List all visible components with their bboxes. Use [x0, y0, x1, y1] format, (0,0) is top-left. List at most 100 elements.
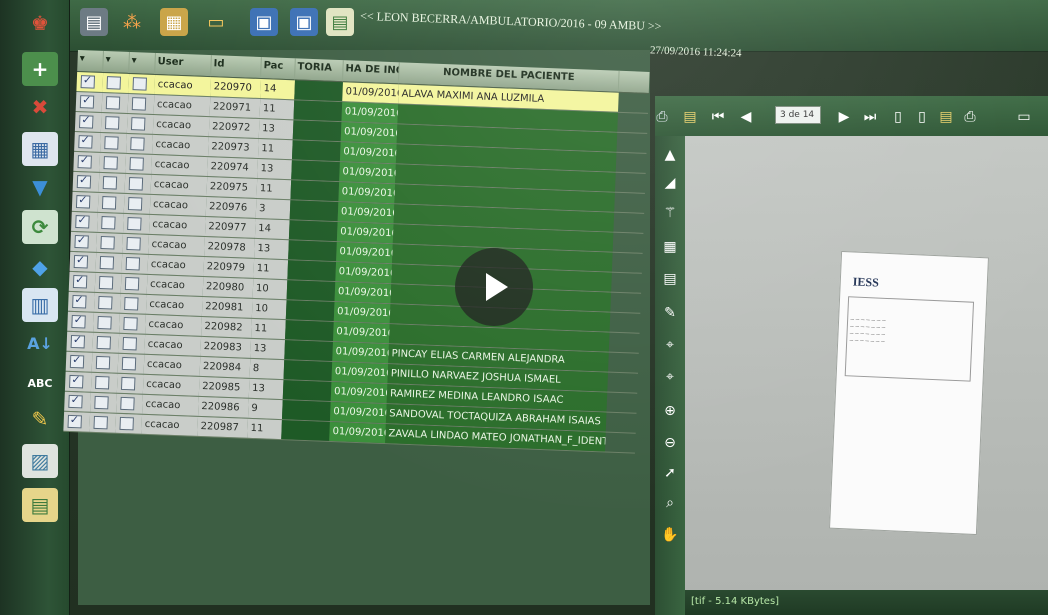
row-check3-cell[interactable] [118, 333, 146, 354]
text-icon[interactable]: ▤ [659, 268, 681, 290]
rotate-icon[interactable]: ◢ [659, 172, 681, 194]
row-check2-cell[interactable] [97, 192, 125, 213]
row-checkbox[interactable] [72, 274, 88, 289]
refresh-icon[interactable]: ⟳ [22, 210, 58, 244]
row-check2-cell[interactable] [93, 312, 120, 333]
row-checkbox-2[interactable] [103, 156, 118, 170]
row-check3-cell[interactable] [119, 293, 147, 314]
row-check2-cell[interactable] [92, 332, 120, 353]
row-check-cell[interactable] [69, 251, 97, 272]
scan-user-2-icon[interactable]: ▣ [290, 8, 318, 36]
row-checkbox[interactable] [80, 75, 96, 89]
row-check2-cell[interactable] [99, 152, 127, 173]
col-pac[interactable]: Pac [261, 57, 296, 80]
row-checkbox-2[interactable] [98, 295, 113, 310]
row-check-cell[interactable] [64, 391, 91, 412]
row-checkbox-3[interactable] [124, 276, 140, 291]
row-checkbox-3[interactable] [119, 416, 134, 431]
row-check3-cell[interactable] [122, 233, 149, 254]
row-checkbox-3[interactable] [128, 177, 144, 191]
save-icon[interactable]: ▤ [679, 106, 701, 128]
row-check-cell[interactable] [67, 311, 94, 332]
row-check2-cell[interactable] [95, 252, 123, 273]
wand-icon[interactable]: ⚚ [659, 202, 681, 224]
next-page-icon[interactable]: ▶ [833, 106, 855, 128]
row-checkbox-2[interactable] [101, 216, 116, 230]
zoom-in-icon[interactable]: ⊕ [659, 400, 681, 422]
row-check-cell[interactable] [63, 411, 91, 432]
row-check-cell[interactable] [70, 231, 97, 252]
preview-area[interactable]: IESS — — — — — — — — — — — — — — — — — —… [685, 136, 1048, 615]
rotate-up-icon[interactable]: ▲ [659, 144, 681, 166]
row-check3-cell[interactable] [116, 393, 143, 414]
row-checkbox[interactable] [71, 314, 86, 329]
header-check2-icon[interactable]: ▾ [103, 50, 130, 73]
documents-icon[interactable]: ▦ [160, 8, 188, 36]
row-checkbox-3[interactable] [127, 197, 143, 211]
row-checkbox[interactable] [78, 135, 93, 149]
user-icon[interactable]: ♚ [22, 6, 58, 40]
pen-icon[interactable]: ✎ [659, 302, 681, 324]
row-checkbox[interactable] [79, 95, 95, 109]
row-checkbox-3[interactable] [120, 396, 135, 411]
row-checkbox-2[interactable] [104, 116, 120, 130]
col-id[interactable]: Id [211, 55, 262, 79]
remove-icon[interactable]: ✖ [22, 90, 58, 124]
row-checkbox-2[interactable] [93, 415, 108, 430]
row-checkbox[interactable] [77, 155, 92, 169]
row-check2-cell[interactable] [94, 272, 122, 293]
last-page-icon[interactable]: ⏭ [859, 106, 881, 128]
scan-user-icon[interactable]: ▣ [250, 8, 278, 36]
row-check3-cell[interactable] [117, 353, 145, 374]
grid-view-icon[interactable]: ▦ [659, 236, 681, 258]
eraser-icon[interactable]: ◆ [22, 250, 58, 284]
row-checkbox-2[interactable] [95, 375, 110, 390]
row-check-cell[interactable] [74, 111, 102, 132]
row-check2-cell[interactable] [100, 132, 127, 153]
page-icon[interactable]: ▯ [887, 106, 909, 128]
row-check2-cell[interactable] [90, 392, 117, 413]
row-checkbox-3[interactable] [132, 77, 147, 91]
row-check-cell[interactable] [72, 171, 100, 192]
select-icon[interactable]: ⌖ [659, 366, 681, 388]
row-checkbox-3[interactable] [126, 237, 141, 251]
row-check3-cell[interactable] [128, 73, 156, 94]
row-check-cell[interactable] [67, 291, 95, 312]
magnifier-icon[interactable]: ⌕ [659, 492, 681, 514]
row-checkbox-3[interactable] [120, 376, 136, 391]
row-checkbox[interactable] [76, 175, 92, 189]
row-check3-cell[interactable] [121, 253, 149, 274]
server-icon[interactable]: ▤ [80, 8, 108, 36]
sort-az-icon[interactable]: A↓ [22, 326, 58, 360]
row-checkbox-3[interactable] [131, 97, 147, 111]
row-checkbox[interactable] [74, 235, 89, 249]
row-check3-cell[interactable] [127, 93, 155, 114]
row-checkbox[interactable] [75, 215, 90, 229]
page-2-icon[interactable]: ▯ [911, 106, 933, 128]
row-check-cell[interactable] [74, 131, 101, 152]
row-checkbox[interactable] [72, 294, 87, 309]
edit-pencil-icon[interactable]: ✎ [22, 402, 58, 436]
row-checkbox-2[interactable] [104, 136, 119, 150]
row-check2-cell[interactable] [96, 232, 123, 253]
row-check3-cell[interactable] [125, 153, 153, 174]
row-check-cell[interactable] [71, 211, 98, 232]
row-check2-cell[interactable] [97, 212, 124, 233]
row-checkbox[interactable] [67, 414, 82, 429]
row-checkbox[interactable] [68, 394, 83, 409]
image-icon[interactable]: ▨ [22, 444, 58, 478]
row-checkbox[interactable] [70, 334, 86, 349]
crop-icon[interactable]: ⌖ [659, 334, 681, 356]
export-doc-icon[interactable]: ▤ [326, 8, 354, 36]
row-check-cell[interactable] [64, 371, 92, 392]
row-checkbox-2[interactable] [100, 236, 115, 250]
row-checkbox-2[interactable] [97, 315, 112, 330]
row-checkbox-2[interactable] [102, 176, 118, 190]
row-checkbox-2[interactable] [95, 355, 111, 370]
row-checkbox[interactable] [75, 195, 91, 209]
row-check-cell[interactable] [76, 71, 104, 92]
row-check3-cell[interactable] [124, 173, 152, 194]
row-checkbox-2[interactable] [96, 335, 112, 350]
row-check-cell[interactable] [73, 151, 101, 172]
pointer-icon[interactable]: ➚ [659, 462, 681, 484]
